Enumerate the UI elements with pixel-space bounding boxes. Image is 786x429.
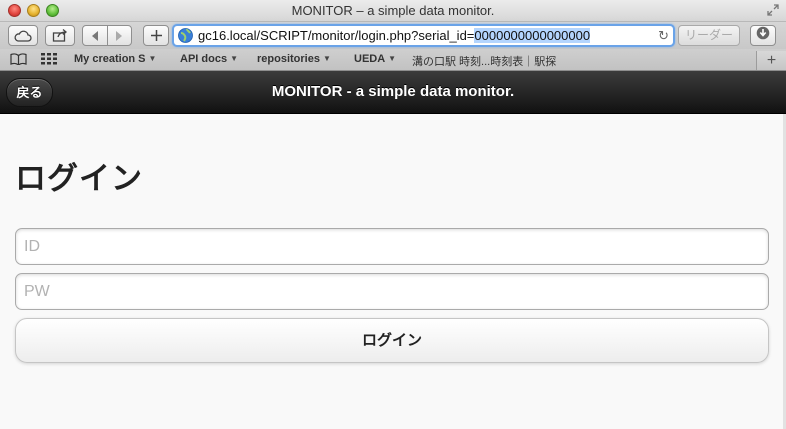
bookmark-my-creation[interactable]: My creation S ▼: [74, 53, 156, 65]
globe-icon: [178, 28, 193, 43]
reader-button[interactable]: リーダー: [678, 25, 740, 46]
downloads-button[interactable]: [750, 25, 776, 46]
chevron-down-icon: ▼: [148, 54, 157, 63]
top-sites-grid-icon[interactable]: [41, 53, 57, 68]
share-icon: [52, 29, 68, 42]
password-input[interactable]: [15, 273, 769, 310]
login-button[interactable]: ログイン: [15, 318, 769, 363]
chevron-down-icon: ▼: [322, 54, 331, 63]
bookmark-api-docs[interactable]: API docs ▼: [180, 53, 238, 65]
window-title: MONITOR – a simple data monitor.: [291, 3, 495, 18]
bookmark-label: API docs: [180, 53, 228, 65]
url-text[interactable]: gc16.local/SCRIPT/monitor/login.php?seri…: [198, 28, 591, 44]
address-bar[interactable]: gc16.local/SCRIPT/monitor/login.php?seri…: [172, 24, 675, 47]
cloud-icon: [14, 30, 32, 42]
bookmark-label: UEDA: [354, 53, 386, 65]
page-title: MONITOR - a simple data monitor.: [271, 83, 515, 100]
browser-toolbar: gc16.local/SCRIPT/monitor/login.php?seri…: [0, 22, 786, 49]
chevron-down-icon: ▼: [388, 54, 397, 63]
add-bookmark-button[interactable]: [143, 25, 169, 46]
window-titlebar: MONITOR – a simple data monitor.: [0, 0, 786, 22]
url-selected-text: 0000000000000000: [474, 28, 591, 43]
bookmark-repositories[interactable]: repositories ▼: [257, 53, 331, 65]
back-arrow-icon[interactable]: [83, 30, 107, 41]
reading-list-icon[interactable]: [10, 53, 27, 68]
back-forward-group: [82, 25, 132, 46]
app-header: 戻る MONITOR - a simple data monitor.: [0, 71, 786, 114]
bookmark-label: repositories: [257, 53, 320, 65]
fullscreen-icon[interactable]: [766, 4, 780, 18]
bookmarks-bar: My creation S ▼ API docs ▼ repositories ▼ U…: [0, 49, 786, 71]
download-icon: [756, 26, 770, 45]
bookmark-ueda[interactable]: UEDA ▼: [354, 53, 396, 65]
bookmark-timetable[interactable]: 溝の口駅 時刻...時刻表｜駅探: [412, 53, 556, 69]
url-prefix: gc16.local/SCRIPT/monitor/login.php?seri…: [198, 28, 475, 43]
login-heading: ログイン: [15, 161, 143, 196]
id-input[interactable]: [15, 228, 769, 265]
share-button[interactable]: [45, 25, 75, 46]
main-content: ログイン ログイン: [0, 114, 786, 429]
bookmark-label: My creation S: [74, 53, 146, 65]
forward-arrow-icon[interactable]: [108, 30, 132, 41]
reload-icon[interactable]: ↻: [658, 28, 669, 44]
icloud-tabs-button[interactable]: [8, 25, 38, 46]
new-tab-button[interactable]: +: [756, 51, 786, 70]
plus-icon: [150, 30, 162, 41]
chevron-down-icon: ▼: [230, 54, 238, 63]
